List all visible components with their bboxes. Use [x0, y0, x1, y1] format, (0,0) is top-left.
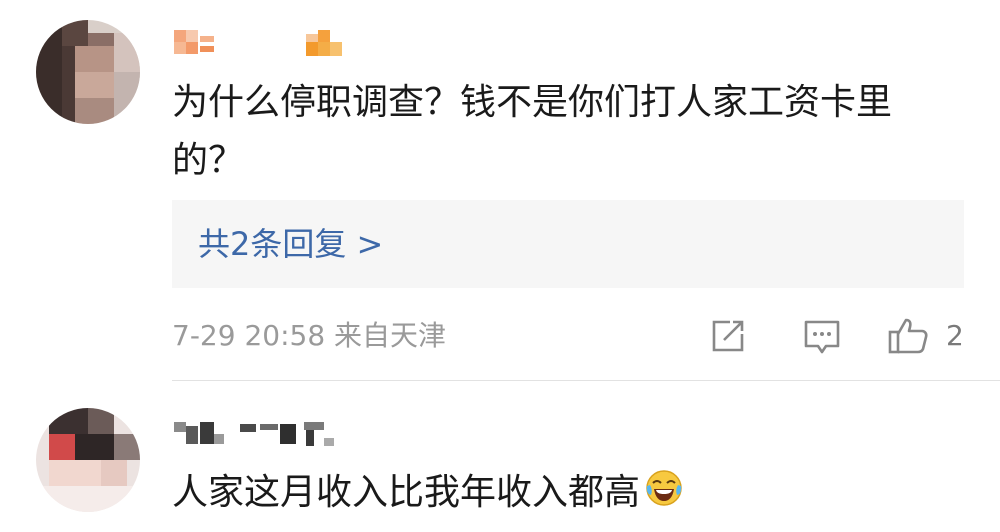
avatar[interactable]: [36, 408, 140, 512]
share-button[interactable]: [706, 314, 750, 358]
avatar[interactable]: [36, 20, 140, 124]
share-icon: [712, 320, 744, 352]
view-replies-link[interactable]: 共2条回复 >: [198, 222, 383, 266]
laughing-crying-emoji: [646, 470, 682, 506]
like-count: 2: [946, 319, 964, 352]
thumbs-up-icon: [888, 318, 928, 354]
comment-meta: 7-29 20:58 来自天津: [172, 319, 447, 352]
username-blurred[interactable]: [174, 28, 354, 64]
divider: [172, 380, 1000, 381]
comment-text-content: 人家这月收入比我年收入都高: [172, 472, 641, 513]
username-blurred[interactable]: [174, 418, 374, 454]
reply-box[interactable]: 共2条回复 >: [172, 200, 964, 288]
comment-text: 人家这月收入比我年收入都高: [172, 464, 992, 522]
comment-button[interactable]: [800, 314, 844, 358]
comment-icon: [804, 320, 840, 354]
like-button[interactable]: [886, 314, 932, 358]
comment-text: 为什么停职调查？钱不是你们打人家工资卡里的？: [172, 82, 893, 181]
